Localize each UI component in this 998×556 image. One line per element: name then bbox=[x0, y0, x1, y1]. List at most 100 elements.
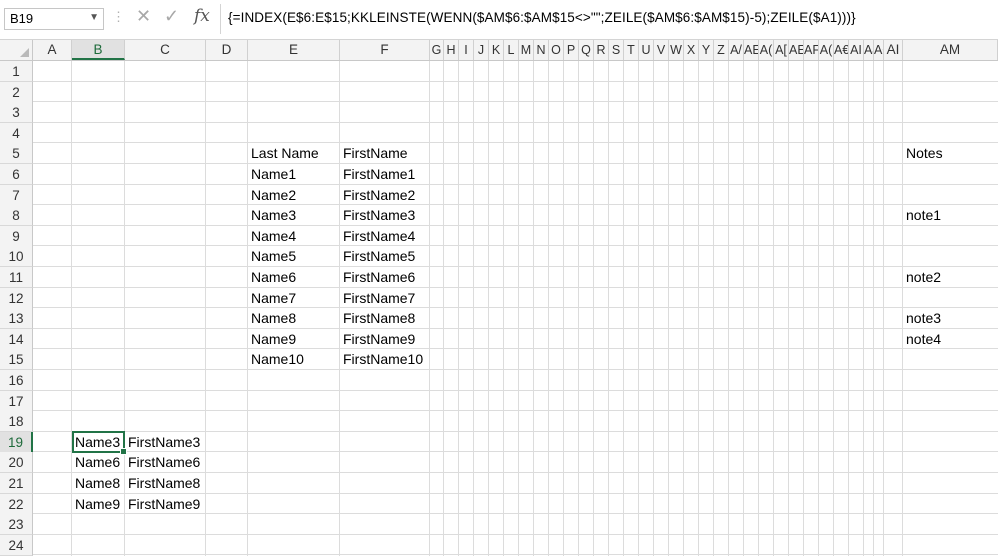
cell-first-name[interactable]: FirstName5 bbox=[340, 246, 430, 266]
row-header-8[interactable]: 8 bbox=[0, 205, 33, 226]
cell-first-name[interactable]: FirstName2 bbox=[340, 185, 430, 205]
row-header-23[interactable]: 23 bbox=[0, 514, 33, 535]
column-header-6[interactable]: G bbox=[430, 40, 444, 60]
cell-last-name[interactable]: Name10 bbox=[248, 349, 340, 369]
row-header-4[interactable]: 4 bbox=[0, 123, 33, 144]
row-header-21[interactable]: 21 bbox=[0, 473, 33, 494]
column-header-13[interactable]: N bbox=[534, 40, 549, 60]
chevron-down-icon[interactable]: ▼ bbox=[89, 12, 99, 23]
column-header-8[interactable]: I bbox=[459, 40, 474, 60]
column-header-2[interactable]: C bbox=[125, 40, 206, 60]
cell-header-first-name[interactable]: FirstName bbox=[340, 143, 430, 163]
row-header-19[interactable]: 19 bbox=[0, 432, 33, 453]
row-header-18[interactable]: 18 bbox=[0, 411, 33, 432]
column-header-10[interactable]: K bbox=[489, 40, 504, 60]
column-header-20[interactable]: U bbox=[639, 40, 654, 60]
row-header-3[interactable]: 3 bbox=[0, 102, 33, 123]
row-header-7[interactable]: 7 bbox=[0, 185, 33, 206]
cell-note[interactable]: note3 bbox=[903, 308, 998, 328]
cell-last-name[interactable]: Name8 bbox=[248, 308, 340, 328]
cell-first-name[interactable]: FirstName6 bbox=[340, 267, 430, 287]
column-header-23[interactable]: X bbox=[684, 40, 699, 60]
insert-function-icon[interactable]: fx bbox=[194, 6, 210, 26]
cell-result-last-name[interactable]: Name9 bbox=[72, 494, 125, 514]
row-header-6[interactable]: 6 bbox=[0, 164, 33, 185]
row-header-2[interactable]: 2 bbox=[0, 82, 33, 103]
column-header-12[interactable]: M bbox=[519, 40, 534, 60]
cell-last-name[interactable]: Name7 bbox=[248, 288, 340, 308]
column-header-38[interactable]: AM bbox=[903, 40, 998, 60]
formula-input[interactable]: {=INDEX(E$6:E$15;KKLEINSTE(WENN($AM$6:$A… bbox=[228, 10, 856, 25]
column-header-35[interactable]: AJ bbox=[864, 40, 874, 60]
select-all-button[interactable] bbox=[0, 40, 33, 60]
column-header-21[interactable]: V bbox=[654, 40, 669, 60]
column-header-31[interactable]: AF bbox=[804, 40, 819, 60]
column-header-33[interactable]: A€ bbox=[834, 40, 849, 60]
cell-first-name[interactable]: FirstName8 bbox=[340, 308, 430, 328]
row-header-14[interactable]: 14 bbox=[0, 329, 33, 350]
row-header-5[interactable]: 5 bbox=[0, 143, 33, 164]
column-header-28[interactable]: A( bbox=[759, 40, 774, 60]
cell-first-name[interactable]: FirstName10 bbox=[340, 349, 430, 369]
cell-result-first-name[interactable]: FirstName3 bbox=[125, 432, 206, 452]
column-header-11[interactable]: L bbox=[504, 40, 519, 60]
column-header-5[interactable]: F bbox=[340, 40, 430, 60]
drag-handle-icon[interactable]: ⋮ bbox=[112, 9, 126, 25]
column-header-3[interactable]: D bbox=[206, 40, 248, 60]
column-header-24[interactable]: Y bbox=[699, 40, 714, 60]
cell-result-first-name[interactable]: FirstName8 bbox=[125, 473, 206, 493]
row-header-15[interactable]: 15 bbox=[0, 349, 33, 370]
cell-result-first-name[interactable]: FirstName9 bbox=[125, 494, 206, 514]
cell-last-name[interactable]: Name4 bbox=[248, 226, 340, 246]
row-header-12[interactable]: 12 bbox=[0, 288, 33, 309]
active-cell-border[interactable] bbox=[72, 431, 127, 455]
row-header-1[interactable]: 1 bbox=[0, 61, 33, 82]
cell-last-name[interactable]: Name5 bbox=[248, 246, 340, 266]
row-header-11[interactable]: 11 bbox=[0, 267, 33, 288]
name-box[interactable]: B19 ▼ bbox=[4, 8, 104, 30]
column-header-36[interactable]: A• bbox=[874, 40, 884, 60]
column-header-26[interactable]: A/ bbox=[729, 40, 744, 60]
column-header-15[interactable]: P bbox=[564, 40, 579, 60]
row-header-24[interactable]: 24 bbox=[0, 535, 33, 556]
cell-note[interactable]: note2 bbox=[903, 267, 998, 287]
column-header-16[interactable]: Q bbox=[579, 40, 594, 60]
cell-first-name[interactable]: FirstName4 bbox=[340, 226, 430, 246]
column-header-32[interactable]: A( bbox=[819, 40, 834, 60]
cell-header-notes[interactable]: Notes bbox=[903, 143, 998, 163]
cell-last-name[interactable]: Name6 bbox=[248, 267, 340, 287]
column-header-9[interactable]: J bbox=[474, 40, 489, 60]
column-header-22[interactable]: W bbox=[669, 40, 684, 60]
row-header-10[interactable]: 10 bbox=[0, 246, 33, 267]
cell-last-name[interactable]: Name1 bbox=[248, 164, 340, 184]
column-header-30[interactable]: AE bbox=[789, 40, 804, 60]
column-header-18[interactable]: S bbox=[609, 40, 624, 60]
cell-result-first-name[interactable]: FirstName6 bbox=[125, 452, 206, 472]
column-header-37[interactable]: AI bbox=[884, 40, 903, 60]
cell-note[interactable]: note4 bbox=[903, 329, 998, 349]
row-header-22[interactable]: 22 bbox=[0, 494, 33, 515]
column-header-7[interactable]: H bbox=[444, 40, 459, 60]
row-header-17[interactable]: 17 bbox=[0, 391, 33, 412]
column-header-19[interactable]: T bbox=[624, 40, 639, 60]
column-header-1[interactable]: B bbox=[72, 40, 125, 60]
cell-first-name[interactable]: FirstName9 bbox=[340, 329, 430, 349]
cell-result-last-name[interactable]: Name8 bbox=[72, 473, 125, 493]
cell-last-name[interactable]: Name9 bbox=[248, 329, 340, 349]
row-header-20[interactable]: 20 bbox=[0, 452, 33, 473]
column-header-14[interactable]: O bbox=[549, 40, 564, 60]
cell-first-name[interactable]: FirstName7 bbox=[340, 288, 430, 308]
column-header-34[interactable]: AI bbox=[849, 40, 864, 60]
row-header-9[interactable]: 9 bbox=[0, 226, 33, 247]
column-header-4[interactable]: E bbox=[248, 40, 340, 60]
column-header-0[interactable]: A bbox=[33, 40, 72, 60]
cell-note[interactable]: note1 bbox=[903, 205, 998, 225]
column-header-17[interactable]: R bbox=[594, 40, 609, 60]
row-header-16[interactable]: 16 bbox=[0, 370, 33, 391]
column-header-29[interactable]: A[ bbox=[774, 40, 789, 60]
column-header-27[interactable]: AE bbox=[744, 40, 759, 60]
cell-first-name[interactable]: FirstName1 bbox=[340, 164, 430, 184]
cell-last-name[interactable]: Name3 bbox=[248, 205, 340, 225]
row-header-13[interactable]: 13 bbox=[0, 308, 33, 329]
column-header-25[interactable]: Z bbox=[714, 40, 729, 60]
